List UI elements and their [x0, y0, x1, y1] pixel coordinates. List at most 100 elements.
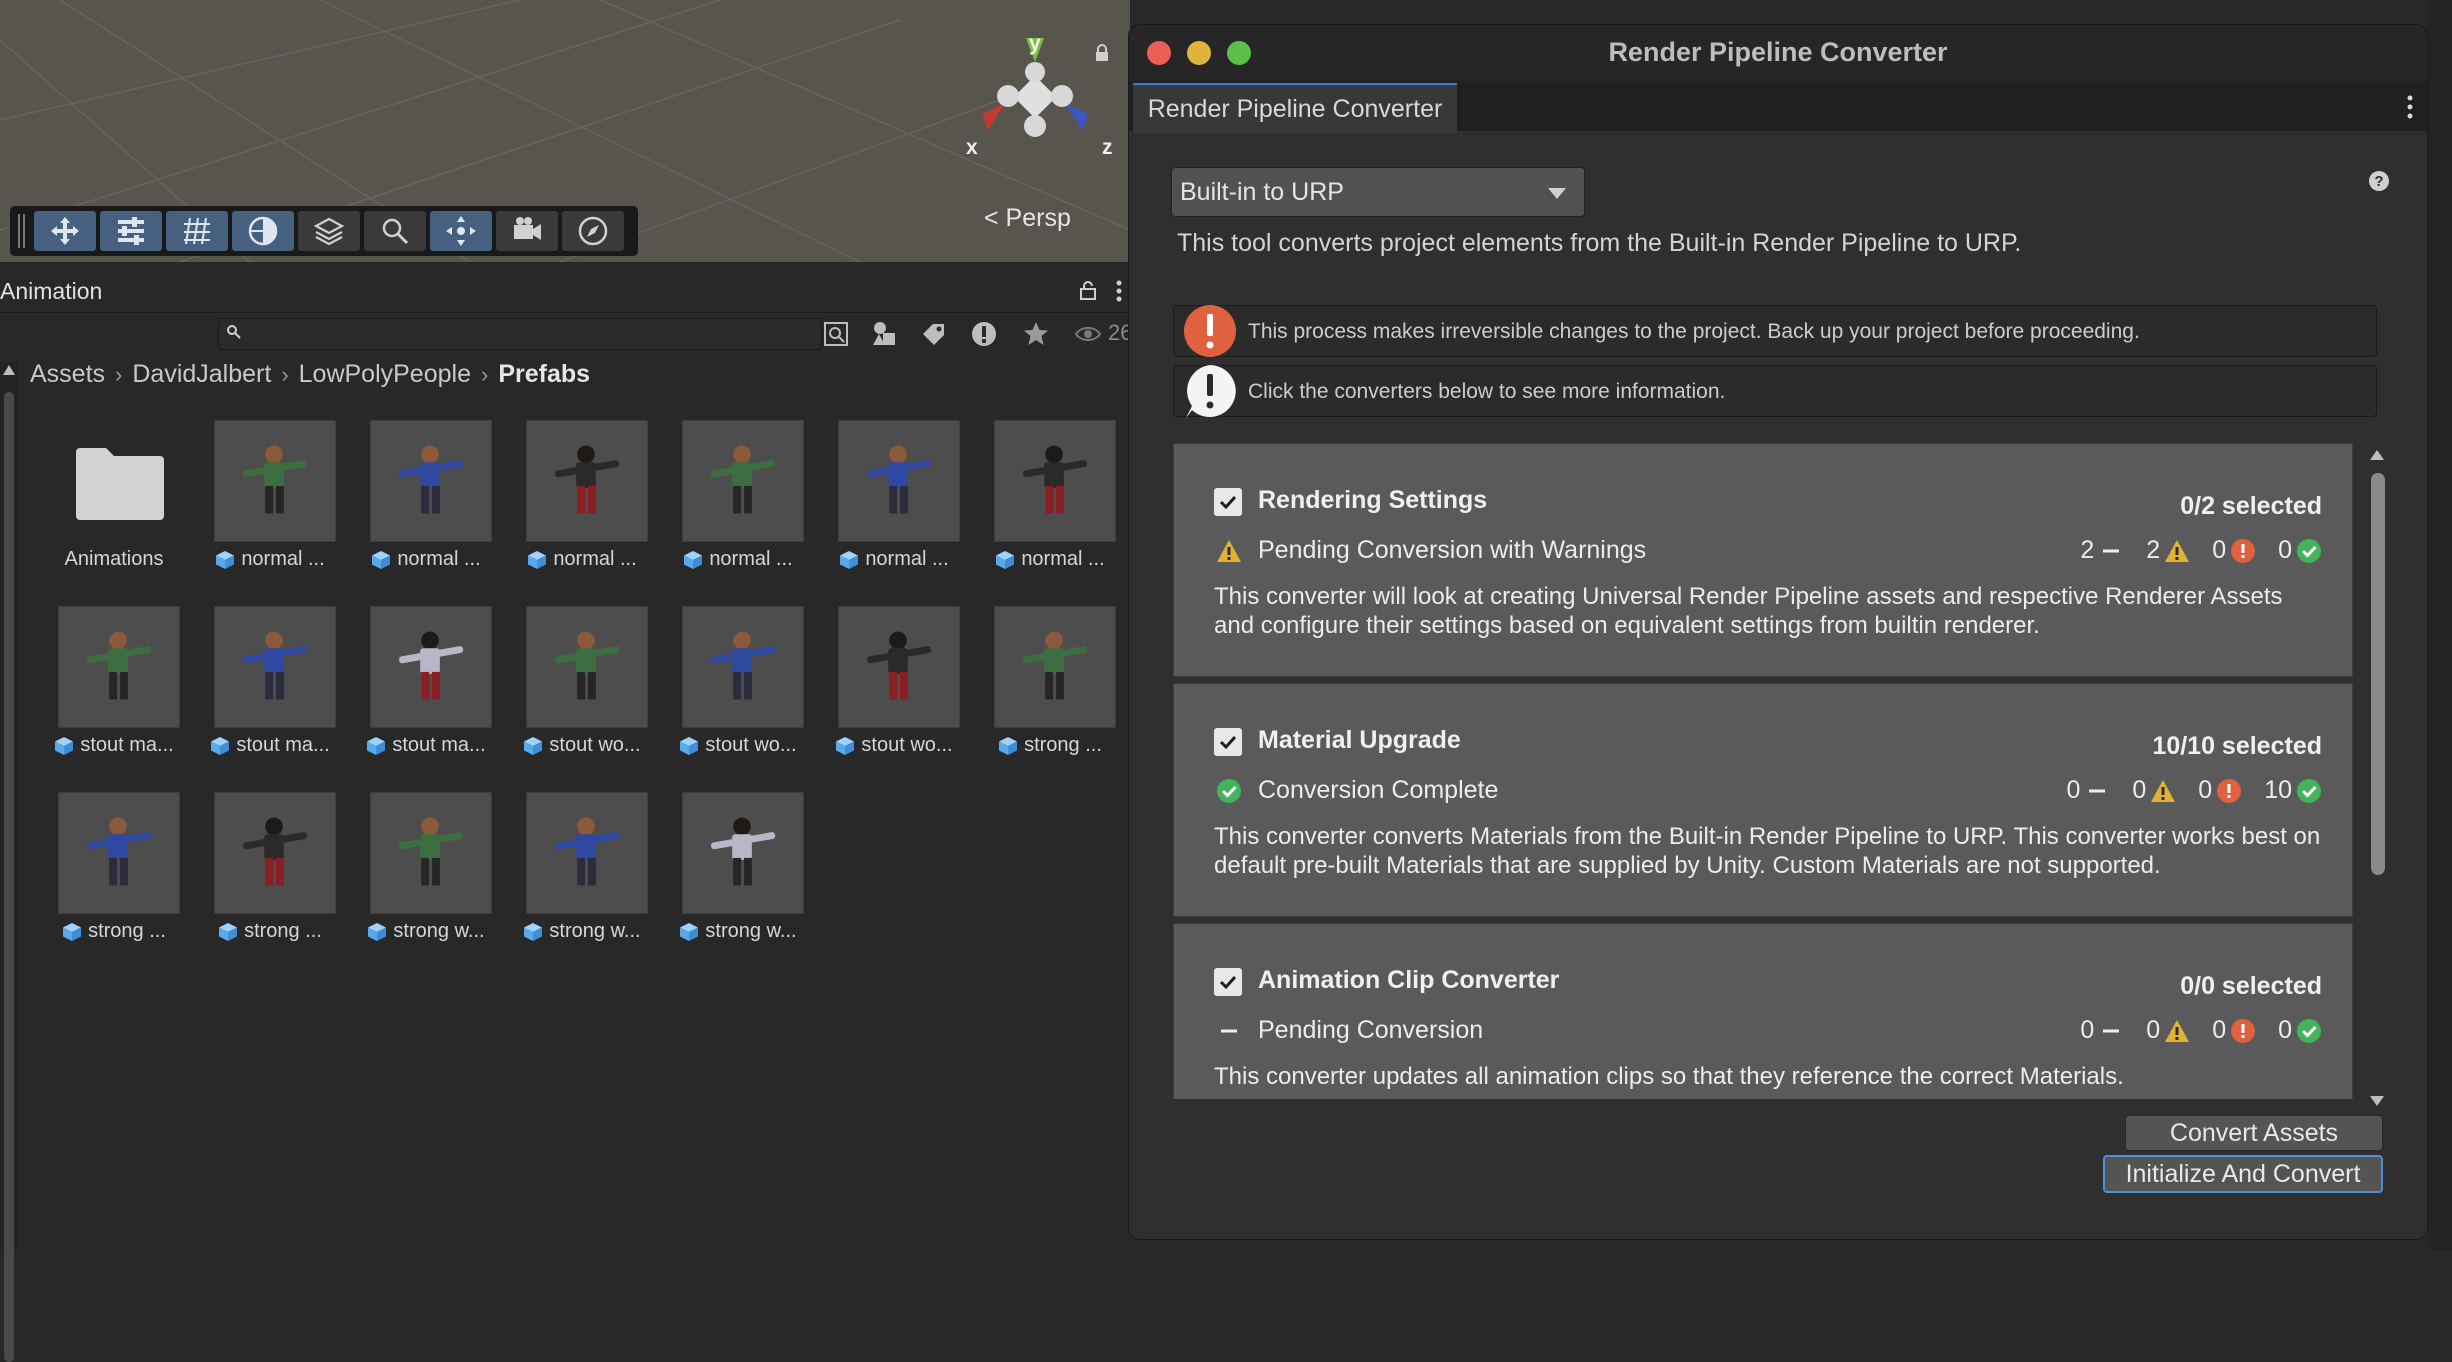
converter-status: Conversion Complete [1258, 776, 1499, 804]
prefab-cube-icon [524, 736, 543, 755]
converter-name: Material Upgrade [1258, 726, 1461, 754]
count-value: 0 [2212, 1016, 2227, 1044]
move-tool-button[interactable] [34, 211, 96, 251]
dropdown-arrow-icon [1548, 188, 1566, 199]
breadcrumb-item-davidjalbert[interactable]: DavidJalbert [132, 360, 271, 389]
converter-card[interactable]: Material Upgrade 10/10 selected Conversion… [1173, 683, 2353, 917]
favorites-button[interactable] [1016, 318, 1056, 350]
asset-search-input[interactable] [250, 320, 814, 348]
character-preview [710, 445, 776, 514]
info-notice: Click the converters below to see more i… [1173, 365, 2377, 418]
warning-icon [2165, 539, 2190, 562]
panel-lock-icon[interactable] [1078, 280, 1098, 300]
count-value: 0 [2132, 776, 2147, 804]
layers-tool-button[interactable] [298, 211, 360, 251]
shading-tool-button[interactable] [232, 211, 294, 251]
orientation-gizmo[interactable]: y x z [950, 30, 1120, 170]
layers-icon [313, 217, 345, 246]
hidden-packages-button[interactable] [1068, 318, 1108, 350]
converter-card[interactable]: Rendering Settings 0/2 selected Pending Co… [1173, 443, 2353, 677]
breadcrumb-item-lowpolypeople[interactable]: LowPolyPeople [299, 360, 471, 389]
prefab-cube-icon [211, 736, 230, 755]
character-preview [242, 817, 308, 886]
grid-tool-button[interactable] [166, 211, 228, 251]
asset-label: normal ... [397, 548, 481, 570]
project-panel-header [0, 270, 1130, 313]
converter-status: Pending Conversion with Warnings [1258, 536, 1647, 564]
prefab-thumbnail [994, 420, 1116, 542]
converter-checkbox[interactable] [1214, 728, 1242, 756]
scrollbar-thumb[interactable] [2371, 473, 2385, 875]
exclamation-icon [972, 322, 996, 346]
search-by-type-button[interactable] [816, 318, 856, 350]
character-preview [710, 817, 776, 886]
converter-list-scrollbar[interactable] [2365, 443, 2389, 1113]
info-notice-text: Click the converters below to see more i… [1248, 380, 1726, 403]
shapes-icon [873, 322, 895, 345]
converter-checkbox[interactable] [1214, 488, 1242, 516]
character-preview [398, 445, 464, 514]
scene-overlay-toolbar [10, 206, 638, 256]
scroll-up-arrow-icon[interactable] [2, 364, 16, 376]
filter-log-button[interactable] [964, 318, 1004, 350]
filter-by-label-button[interactable] [914, 318, 954, 350]
asset-label-row: stout ma... [190, 734, 350, 757]
character-preview [554, 631, 620, 700]
chevron-right-icon: › [115, 361, 123, 387]
count-value: 0 [2198, 776, 2213, 804]
window-titlebar[interactable]: Render Pipeline Converter [1129, 25, 2427, 82]
asset-label-row: stout wo... [658, 734, 818, 757]
convert-assets-button[interactable]: Convert Assets [2125, 1115, 2383, 1151]
converter-description: This converter updates all animation cli… [1214, 1063, 2124, 1090]
tag-icon [923, 324, 944, 345]
asset-label-row: normal ... [190, 548, 350, 571]
window-title: Render Pipeline Converter [1608, 37, 1948, 67]
grid-snap-icon [184, 217, 210, 245]
warning-icon [2151, 779, 2176, 802]
search-in-folder-icon [824, 322, 848, 346]
gizmo-y-label: y [1029, 32, 1041, 55]
initialize-and-convert-button[interactable]: Initialize And Convert [2103, 1155, 2383, 1193]
camera-tool-button[interactable] [496, 211, 558, 251]
tab-render-pipeline-converter[interactable]: Render Pipeline Converter [1133, 83, 1457, 133]
asset-label: strong w... [393, 920, 485, 942]
scroll-down-icon[interactable] [2369, 1095, 2385, 1107]
converter-checkbox[interactable] [1214, 968, 1242, 996]
pivot-tool-button[interactable] [430, 211, 492, 251]
pending-icon [1221, 1029, 1237, 1033]
compass-tool-button[interactable] [562, 211, 624, 251]
toolbar-grip-handle[interactable] [18, 214, 28, 248]
breadcrumb-item-assets[interactable]: Assets [30, 360, 105, 389]
prefab-cube-icon [63, 922, 82, 941]
filter-by-type-button[interactable] [864, 318, 904, 350]
help-icon[interactable]: ? [2367, 169, 2391, 193]
asset-label-row: strong w... [658, 920, 818, 943]
search-tool-button[interactable] [364, 211, 426, 251]
asset-label-row: stout wo... [502, 734, 662, 757]
breadcrumb-item-prefabs[interactable]: Prefabs [498, 360, 590, 389]
asset-label: normal ... [553, 548, 637, 570]
rect-tool-button[interactable] [100, 211, 162, 251]
panel-more-icon[interactable] [1116, 280, 1122, 302]
scroll-up-icon[interactable] [2369, 449, 2385, 461]
converter-card[interactable]: Animation Clip Converter 0/0 selected Pend… [1173, 923, 2353, 1099]
asset-label: Animations [64, 548, 164, 570]
z-axis-cone[interactable] [1065, 103, 1088, 130]
conversion-type-dropdown[interactable]: Built-in to URP [1171, 167, 1585, 217]
warning-icon [2165, 1019, 2190, 1042]
window-more-icon[interactable] [2407, 95, 2413, 119]
scene-view[interactable]: y x z < Persp [0, 0, 1130, 262]
prefab-thumbnail [214, 606, 336, 728]
prefab-thumbnail [370, 420, 492, 542]
converter-status: Pending Conversion [1258, 1016, 1484, 1044]
persp-toggle[interactable]: < Persp [984, 204, 1071, 233]
character-preview [554, 445, 620, 514]
svg-text:?: ? [2374, 173, 2383, 190]
prefab-cube-icon [996, 550, 1015, 569]
converter-name: Animation Clip Converter [1258, 966, 1560, 994]
count-value: 0 [2278, 536, 2292, 564]
asset-label: normal ... [865, 548, 949, 570]
folder-tree-scrollbar[interactable] [0, 362, 18, 1362]
x-axis-cone[interactable] [982, 103, 1005, 130]
project-panel-title[interactable]: Animation [0, 278, 102, 305]
